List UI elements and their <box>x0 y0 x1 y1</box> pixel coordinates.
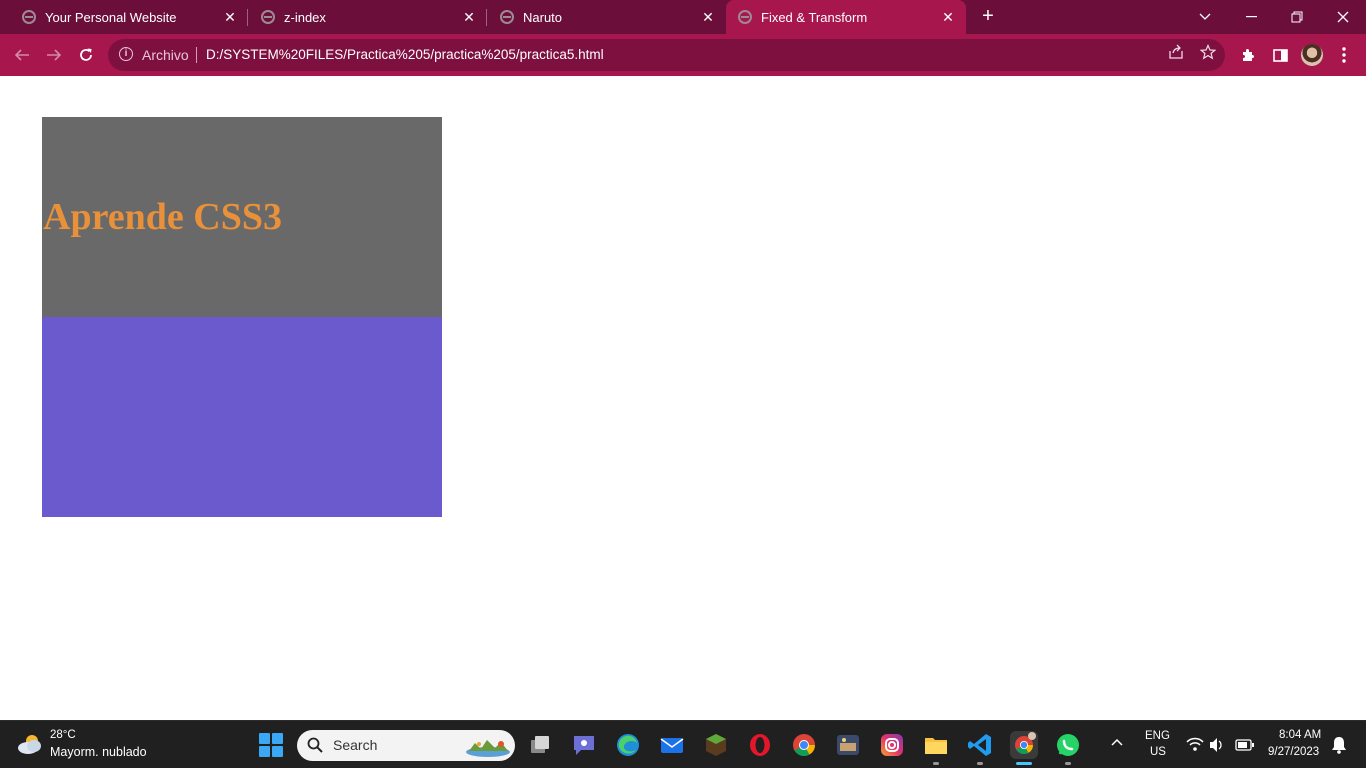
globe-icon <box>738 10 752 24</box>
tab-fixed-transform[interactable]: Fixed & Transform ✕ <box>726 0 966 34</box>
tab-your-personal-website[interactable]: Your Personal Website ✕ <box>0 0 248 34</box>
weather-description[interactable]: Mayorm. nublado <box>50 745 147 759</box>
close-tab-icon[interactable]: ✕ <box>459 9 479 26</box>
task-view-icon[interactable] <box>526 731 554 759</box>
new-tab-button[interactable]: + <box>977 5 999 27</box>
running-indicator <box>1065 762 1071 765</box>
file-explorer-icon[interactable] <box>922 731 950 759</box>
windows-start-icon[interactable] <box>259 733 283 757</box>
whatsapp-icon[interactable] <box>1054 731 1082 759</box>
clock-time[interactable]: 8:04 AM <box>1279 729 1321 741</box>
globe-icon <box>500 10 514 24</box>
purple-box <box>42 317 442 517</box>
address-bar[interactable]: i Archivo D:/SYSTEM%20FILES/Practica%205… <box>108 39 1225 71</box>
close-tab-icon[interactable]: ✕ <box>938 9 958 26</box>
search-icon <box>307 737 323 753</box>
vscode-icon[interactable] <box>966 731 994 759</box>
close-tab-icon[interactable]: ✕ <box>698 9 718 26</box>
close-tab-icon[interactable]: ✕ <box>220 9 240 26</box>
bookmark-star-icon[interactable] <box>1197 44 1219 66</box>
share-icon[interactable] <box>1165 44 1187 66</box>
info-icon[interactable]: i <box>119 47 133 61</box>
extensions-icon[interactable] <box>1232 34 1264 76</box>
active-indicator <box>1016 762 1032 765</box>
minimize-icon[interactable] <box>1228 0 1274 34</box>
running-indicator <box>977 762 983 765</box>
back-icon[interactable] <box>6 34 38 76</box>
page-heading: Aprende CSS3 <box>43 196 282 238</box>
tab-search-icon[interactable] <box>1182 0 1228 34</box>
tab-title: Your Personal Website <box>45 9 177 25</box>
search-label: Search <box>333 737 378 753</box>
notification-bell-icon[interactable] <box>1331 736 1347 754</box>
taskbar-search[interactable]: Search <box>297 730 515 761</box>
wifi-icon <box>1186 737 1204 751</box>
address-scheme-label: Archivo <box>142 47 189 63</box>
chrome-icon[interactable] <box>790 731 818 759</box>
partly-cloudy-icon[interactable] <box>16 733 44 755</box>
system-tray-icons[interactable] <box>1186 736 1256 754</box>
address-divider <box>196 47 197 63</box>
tab-z-index[interactable]: z-index ✕ <box>239 0 487 34</box>
weather-temperature[interactable]: 28°C <box>50 729 76 741</box>
reload-icon[interactable] <box>70 34 102 76</box>
instagram-icon[interactable] <box>878 731 906 759</box>
forward-icon[interactable] <box>38 34 70 76</box>
gray-box: Aprende CSS3 <box>42 117 442 317</box>
side-panel-icon[interactable] <box>1264 34 1296 76</box>
profile-avatar[interactable] <box>1301 44 1323 66</box>
show-hidden-icons-icon[interactable] <box>1111 734 1123 749</box>
opera-icon[interactable] <box>746 731 774 759</box>
tab-strip: Your Personal Website ✕ z-index ✕ Naruto… <box>0 0 1366 34</box>
chrome-profile-icon[interactable] <box>1010 731 1038 759</box>
keyboard-layout[interactable]: US <box>1150 746 1166 758</box>
mail-icon[interactable] <box>658 731 686 759</box>
menu-icon[interactable] <box>1328 34 1360 76</box>
taskbar: 28°C Mayorm. nublado Search ENG US 8:04 … <box>0 720 1366 768</box>
game-app-icon[interactable] <box>834 731 862 759</box>
volume-icon <box>1210 738 1222 752</box>
page-content: Aprende CSS3 <box>0 76 1366 720</box>
globe-icon <box>261 10 275 24</box>
edge-browser-icon[interactable] <box>614 731 642 759</box>
browser-toolbar: i Archivo D:/SYSTEM%20FILES/Practica%205… <box>0 34 1366 76</box>
running-indicator <box>933 762 939 765</box>
tab-title: Fixed & Transform <box>761 9 868 25</box>
search-highlight-icon <box>466 740 510 757</box>
tab-title: Naruto <box>523 9 563 25</box>
minecraft-icon[interactable] <box>702 731 730 759</box>
tab-naruto[interactable]: Naruto ✕ <box>478 0 726 34</box>
teams-chat-icon[interactable] <box>570 731 598 759</box>
battery-icon <box>1235 739 1254 751</box>
url-text[interactable]: D:/SYSTEM%20FILES/Practica%205/practica%… <box>206 47 604 62</box>
language-indicator[interactable]: ENG <box>1145 730 1170 742</box>
clock-date[interactable]: 9/27/2023 <box>1268 746 1319 758</box>
close-window-icon[interactable] <box>1320 0 1366 34</box>
restore-icon[interactable] <box>1274 0 1320 34</box>
globe-icon <box>22 10 36 24</box>
tab-title: z-index <box>284 9 326 25</box>
